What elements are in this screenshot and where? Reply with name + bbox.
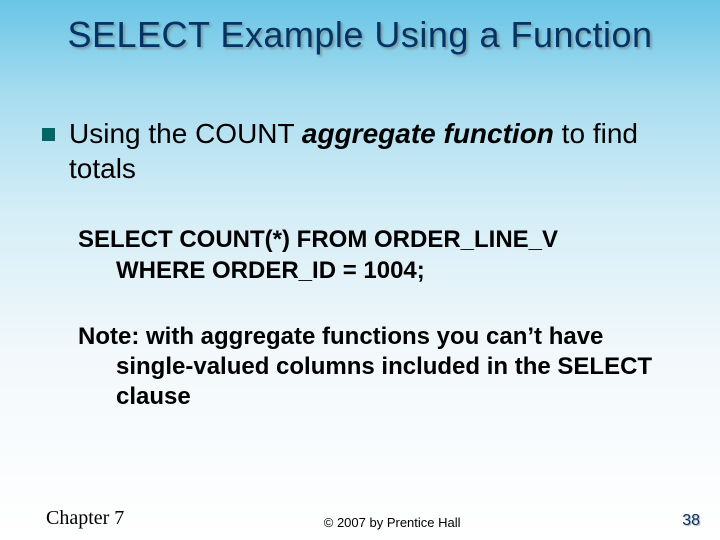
bullet-text: Using the COUNT aggregate function to fi… [69,116,690,186]
square-bullet-icon [42,128,55,141]
copyright-text: © 2007 by Prentice Hall [124,515,660,530]
slide-title: SELECT Example Using a Function [0,0,720,56]
slide-footer: Chapter 7 © 2007 by Prentice Hall 38 [0,507,720,530]
slide-body: Using the COUNT aggregate function to fi… [0,56,720,412]
note-line-2: single-valued columns included in the SE… [78,352,680,412]
chapter-label: Chapter 7 [46,507,124,530]
note-line-1: Note: with aggregate functions you can’t… [78,322,680,352]
bullet-text-pre: Using the COUNT [69,118,302,149]
sql-line-1: SELECT COUNT(*) FROM ORDER_LINE_V [78,224,690,255]
page-number: 38 [660,512,700,530]
bullet-item: Using the COUNT aggregate function to fi… [42,116,690,186]
note-text: Note: with aggregate functions you can’t… [78,322,690,412]
sql-code: SELECT COUNT(*) FROM ORDER_LINE_V WHERE … [78,224,690,286]
sql-line-2: WHERE ORDER_ID = 1004; [78,255,690,286]
bullet-text-emph: aggregate function [302,118,554,149]
